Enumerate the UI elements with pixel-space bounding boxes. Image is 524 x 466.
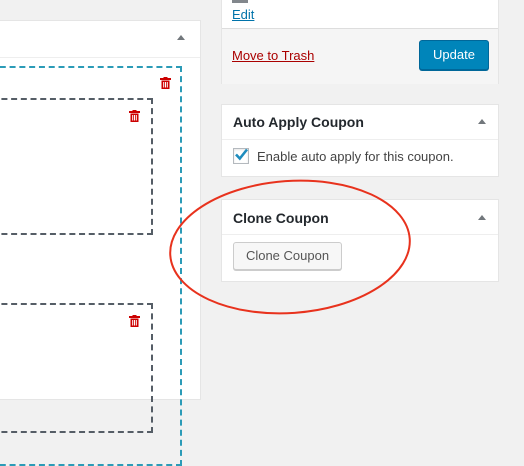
- publish-metabox: Edit Move to Trash Update: [221, 0, 499, 84]
- update-button[interactable]: Update: [419, 40, 489, 70]
- checkbox-label: Enable auto apply for this coupon.: [257, 149, 454, 164]
- auto-apply-checkbox[interactable]: [233, 148, 249, 164]
- auto-apply-metabox: Auto Apply Coupon Enable auto apply for …: [221, 104, 499, 177]
- metabox-header: [0, 21, 200, 58]
- collapse-toggle-icon[interactable]: [177, 35, 185, 40]
- collapse-toggle-icon[interactable]: [478, 119, 486, 124]
- edit-link[interactable]: Edit: [232, 7, 254, 22]
- trash-icon[interactable]: [129, 110, 140, 122]
- move-to-trash-link[interactable]: Move to Trash: [232, 48, 314, 63]
- condition-group: [0, 98, 153, 235]
- trash-icon[interactable]: [129, 315, 140, 327]
- metabox-header: Auto Apply Coupon: [222, 105, 498, 140]
- calendar-icon: [232, 0, 248, 3]
- highlight-circle: [169, 179, 411, 315]
- trash-icon[interactable]: [160, 77, 171, 89]
- check-icon: [235, 148, 249, 161]
- condition-group-outer: [0, 66, 182, 466]
- publish-actions: Move to Trash Update: [222, 28, 498, 84]
- metabox-title: Auto Apply Coupon: [233, 114, 364, 130]
- collapse-toggle-icon[interactable]: [478, 215, 486, 220]
- condition-group: [0, 303, 153, 433]
